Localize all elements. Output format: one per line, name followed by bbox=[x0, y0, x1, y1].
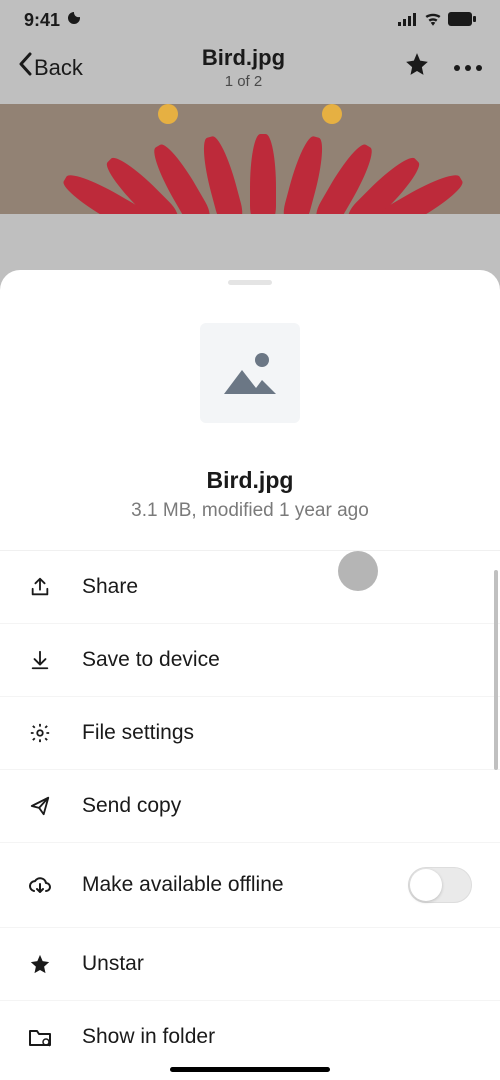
send-copy-item[interactable]: Send copy bbox=[0, 770, 500, 843]
unstar-label: Unstar bbox=[82, 952, 472, 976]
toggle-knob bbox=[410, 869, 442, 901]
top-navigation: Back Bird.jpg 1 of 2 bbox=[0, 37, 500, 104]
show-label: Show in folder bbox=[82, 1025, 472, 1049]
settings-label: File settings bbox=[82, 721, 472, 745]
folder-search-icon bbox=[28, 1025, 52, 1049]
sheet-filename: Bird.jpg bbox=[0, 467, 500, 494]
action-menu: Share Save to device File settings Send … bbox=[0, 550, 500, 1073]
offline-label: Make available offline bbox=[82, 873, 378, 897]
share-item[interactable]: Share bbox=[0, 551, 500, 624]
image-preview[interactable] bbox=[0, 104, 500, 214]
save-to-device-item[interactable]: Save to device bbox=[0, 624, 500, 697]
dot-icon bbox=[476, 65, 482, 71]
status-bar: 9:41 bbox=[0, 0, 500, 37]
save-label: Save to device bbox=[82, 648, 472, 672]
make-available-offline-item[interactable]: Make available offline bbox=[0, 843, 500, 928]
send-label: Send copy bbox=[82, 794, 472, 818]
touch-indicator bbox=[338, 551, 378, 591]
dot-icon bbox=[465, 65, 471, 71]
wifi-icon bbox=[424, 10, 442, 31]
action-sheet: Bird.jpg 3.1 MB, modified 1 year ago Sha… bbox=[0, 270, 500, 1080]
cellular-signal-icon bbox=[398, 10, 418, 31]
bird-image-content bbox=[130, 104, 370, 214]
cloud-download-icon bbox=[28, 873, 52, 897]
scroll-indicator bbox=[494, 570, 498, 770]
unstar-item[interactable]: Unstar bbox=[0, 928, 500, 1001]
status-time: 9:41 bbox=[24, 10, 60, 31]
chevron-left-icon bbox=[18, 52, 32, 83]
download-icon bbox=[28, 648, 52, 672]
home-indicator[interactable] bbox=[170, 1067, 330, 1072]
back-button[interactable]: Back bbox=[18, 52, 83, 83]
back-label: Back bbox=[34, 55, 83, 81]
page-title: Bird.jpg bbox=[83, 45, 404, 71]
show-in-folder-item[interactable]: Show in folder bbox=[0, 1001, 500, 1073]
file-settings-item[interactable]: File settings bbox=[0, 697, 500, 770]
send-icon bbox=[28, 794, 52, 818]
gear-icon bbox=[28, 721, 52, 745]
dot-icon bbox=[454, 65, 460, 71]
sheet-grabber[interactable] bbox=[228, 280, 272, 285]
share-icon bbox=[28, 575, 52, 599]
battery-icon bbox=[448, 10, 476, 31]
offline-toggle[interactable] bbox=[408, 867, 472, 903]
do-not-disturb-icon bbox=[66, 10, 82, 31]
page-subtitle: 1 of 2 bbox=[83, 73, 404, 90]
share-label: Share bbox=[82, 575, 472, 599]
star-icon bbox=[28, 952, 52, 976]
file-thumbnail bbox=[200, 323, 300, 423]
sheet-file-meta: 3.1 MB, modified 1 year ago bbox=[0, 500, 500, 522]
star-button[interactable] bbox=[404, 51, 430, 84]
image-placeholder-icon bbox=[222, 350, 278, 396]
more-button[interactable] bbox=[454, 65, 482, 71]
